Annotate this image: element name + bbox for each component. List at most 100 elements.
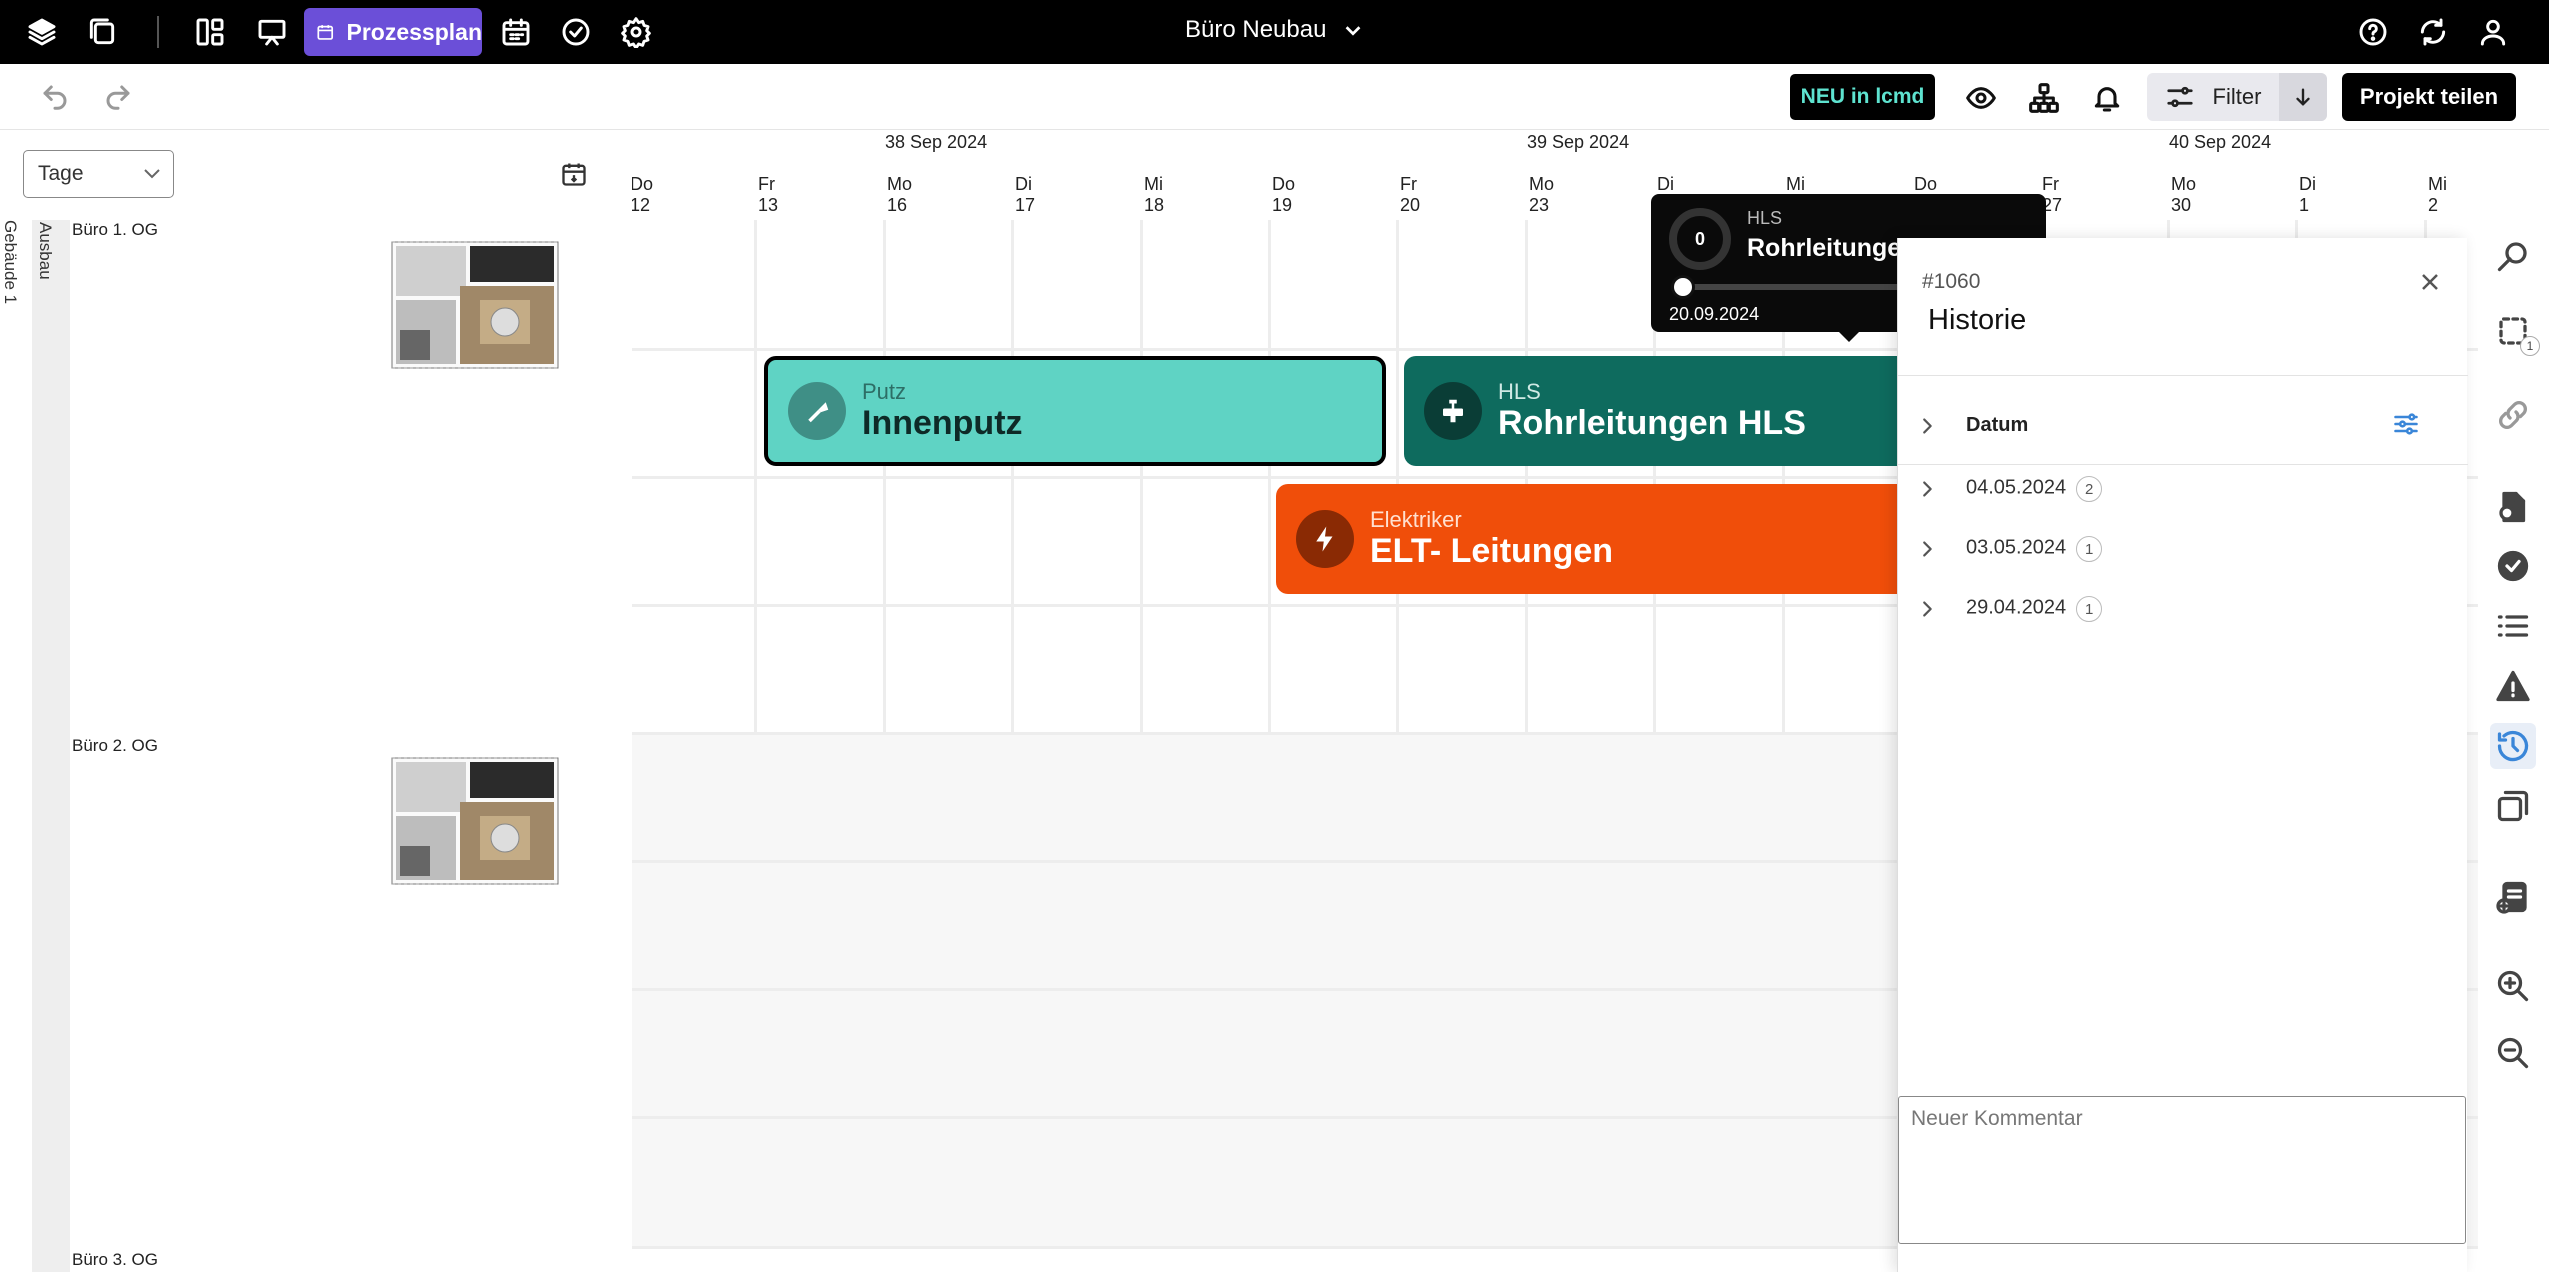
slider-handle[interactable] (1671, 275, 1695, 299)
list-icon[interactable] (2490, 603, 2536, 649)
day-header: Mo 16 (887, 174, 912, 216)
project-title: Büro Neubau (1185, 16, 1327, 43)
view-select[interactable]: Tage (23, 150, 174, 198)
day-header: Mo 23 (1529, 174, 1554, 216)
sliders-icon (2394, 413, 2418, 435)
comment-input[interactable]: Neuer Kommentar (1898, 1096, 2466, 1244)
eye-icon[interactable] (1961, 78, 2001, 118)
count-badge: 1 (2076, 596, 2103, 622)
hierarchy-icon[interactable] (2024, 78, 2064, 118)
close-icon (2422, 274, 2438, 290)
refresh-icon[interactable] (2413, 12, 2453, 52)
weekday-label: Do (1914, 174, 1938, 194)
top-navigation-bar: Prozessplan Büro Neubau (0, 0, 2549, 64)
weekday-label: Mo (887, 174, 913, 194)
day-header: Do 12 (632, 174, 653, 216)
calendar-icon[interactable] (496, 12, 536, 52)
task-trade: HLS (1498, 379, 1541, 404)
presentation-icon[interactable] (252, 12, 292, 52)
task-card-rohrleitungen-hls[interactable]: HLS Rohrleitungen HLS (1404, 356, 1924, 466)
day-header: Do 19 (1272, 174, 1295, 216)
sliders-icon (2166, 86, 2193, 108)
redo-icon (106, 85, 130, 110)
task-card-elt-leitungen[interactable]: Elektriker ELT- Leitungen (1276, 484, 1924, 594)
divider (1898, 464, 2468, 465)
chevron-down-icon (144, 169, 160, 179)
new-in-lcmd-button[interactable]: NEU in lcmd (1790, 74, 1935, 120)
trowel-icon (788, 382, 846, 440)
day-header: Do (1914, 174, 1937, 195)
chevron-right-icon (1923, 601, 1932, 617)
history-entry[interactable]: 03.05.2024 1 (1916, 536, 2103, 562)
history-settings-button[interactable] (2392, 410, 2422, 440)
layers-icon[interactable] (2490, 783, 2536, 829)
tab-prozessplan-label: Prozessplan (346, 18, 483, 45)
section-column (32, 220, 70, 1272)
zoom-out-icon[interactable] (2490, 1030, 2536, 1076)
today-calendar-icon[interactable] (560, 160, 590, 190)
day-number: 1 (2299, 195, 2310, 215)
task-name: Rohrleitungen HLS (1498, 404, 1806, 442)
chevron-right-icon (1923, 541, 1932, 557)
day-number: 20 (1400, 195, 1421, 215)
history-header-label: Datum (1966, 414, 2029, 436)
document-icon[interactable] (2490, 484, 2536, 530)
history-header-row[interactable]: Datum (1916, 414, 2028, 437)
task-id: #1060 (1922, 270, 1981, 293)
files-icon[interactable] (82, 12, 122, 52)
task-name: ELT- Leitungen (1370, 532, 1614, 570)
weekday-label: Mo (2171, 174, 2197, 194)
floorplan-thumbnail[interactable] (380, 746, 570, 896)
history-entry[interactable]: 29.04.2024 1 (1916, 596, 2103, 622)
project-selector[interactable]: Büro Neubau (1185, 16, 1364, 44)
gear-icon[interactable] (616, 12, 656, 52)
day-header: Di (1657, 174, 1674, 195)
day-header: Mi 2 (2428, 174, 2447, 216)
filter-dropdown-button[interactable] (2279, 73, 2327, 121)
panel-title: Historie (1928, 304, 2027, 336)
help-icon[interactable] (2353, 12, 2393, 52)
redo-button[interactable] (98, 80, 138, 114)
weekday-label: Do (1272, 174, 1296, 194)
week-label: 40 Sep 2024 (2169, 132, 2272, 152)
zoom-in-icon[interactable] (2490, 963, 2536, 1009)
history-date: 04.05.2024 (1966, 476, 2067, 499)
add-document-icon[interactable] (2490, 874, 2536, 920)
selection-icon[interactable]: 1 (2490, 308, 2540, 356)
filter-label: Filter (2212, 84, 2262, 109)
user-icon[interactable] (2473, 12, 2513, 52)
left-panel: Tage Gebäude 1 Ausbau Büro 1. OG Büro 2.… (0, 130, 632, 1272)
undo-button[interactable] (35, 80, 75, 114)
history-entry[interactable]: 04.05.2024 2 (1916, 476, 2103, 502)
history-icon[interactable] (2490, 723, 2536, 769)
day-number: 12 (632, 195, 651, 215)
tab-prozessplan[interactable]: Prozessplan (304, 8, 482, 56)
electric-icon (1296, 510, 1354, 568)
weekday-label: Fr (2042, 174, 2059, 194)
task-card-innenputz[interactable]: Putz Innenputz (764, 356, 1386, 466)
chevron-right-icon (1923, 481, 1932, 497)
floorplan-thumbnail[interactable] (380, 230, 570, 380)
check-circle-icon[interactable] (556, 12, 596, 52)
share-project-button[interactable]: Projekt teilen (2342, 73, 2516, 121)
search-icon[interactable] (2490, 233, 2536, 279)
day-header: Di 17 (1015, 174, 1035, 216)
warning-icon[interactable] (2490, 663, 2536, 709)
bell-icon[interactable] (2087, 78, 2127, 118)
close-button[interactable] (2418, 270, 2446, 298)
layers-icon[interactable] (22, 12, 62, 52)
day-number: 17 (1015, 195, 1036, 215)
layout-icon[interactable] (190, 12, 230, 52)
link-icon[interactable] (2490, 392, 2536, 438)
day-number: 16 (887, 195, 908, 215)
weekday-label: Mi (1144, 174, 1163, 194)
filter-button[interactable]: Filter (2147, 73, 2279, 121)
progress-ring: 0 (1669, 208, 1731, 270)
day-number: 2 (2428, 195, 2439, 215)
day-number: 23 (1529, 195, 1550, 215)
row-label: Büro 2. OG (72, 736, 158, 755)
toolbar-divider (157, 16, 159, 48)
weekday-label: Fr (1400, 174, 1417, 194)
weekday-label: Fr (758, 174, 775, 194)
check-icon[interactable] (2490, 543, 2536, 589)
